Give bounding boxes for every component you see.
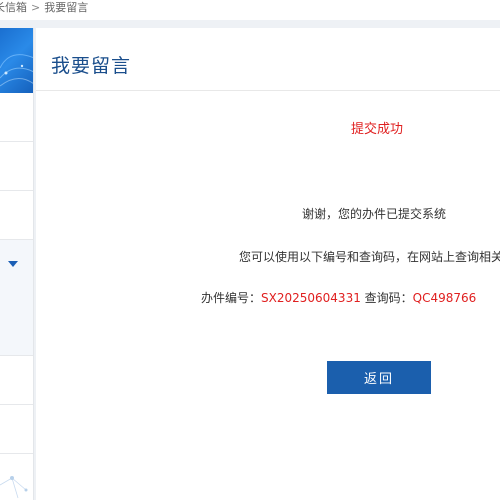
query-code: QC498766 (412, 291, 477, 305)
back-button[interactable]: 返回 (327, 361, 431, 394)
query-notice: 您可以使用以下编号和查询码，在网站上查询相关处 (239, 250, 500, 264)
sidebar (0, 28, 34, 500)
breadcrumb-item-current: 我要留言 (44, 1, 89, 14)
chevron-down-icon[interactable] (8, 261, 18, 267)
main-panel: 我要留言 提交成功 谢谢，您的办件已提交系统 您可以使用以下编号和查询码，在网站… (36, 28, 500, 500)
sidebar-banner (0, 28, 33, 93)
sidebar-item-1[interactable] (0, 93, 33, 142)
case-number: SX20250604331 (261, 291, 361, 305)
title-divider (36, 90, 500, 91)
sidebar-item-4[interactable] (0, 356, 33, 405)
success-message: 提交成功 (351, 122, 404, 137)
network-decoration-icon (0, 476, 28, 499)
case-codes: 办件编号：SX20250604331 查询码：QC498766 (201, 289, 476, 306)
query-code-label: 查询码： (360, 291, 413, 305)
sidebar-item-expanded[interactable] (0, 240, 33, 356)
thanks-message: 谢谢，您的办件已提交系统 (302, 207, 447, 221)
sidebar-item-3[interactable] (0, 191, 33, 240)
page-title: 我要留言 (51, 55, 132, 77)
breadcrumb-item-mailbox[interactable]: 长信箱 (0, 0, 27, 16)
breadcrumb: 长信箱 >我要留言 (0, 0, 500, 20)
sidebar-item-2[interactable] (0, 142, 33, 191)
breadcrumb-separator: > (31, 1, 41, 14)
case-number-label: 办件编号： (201, 291, 262, 305)
